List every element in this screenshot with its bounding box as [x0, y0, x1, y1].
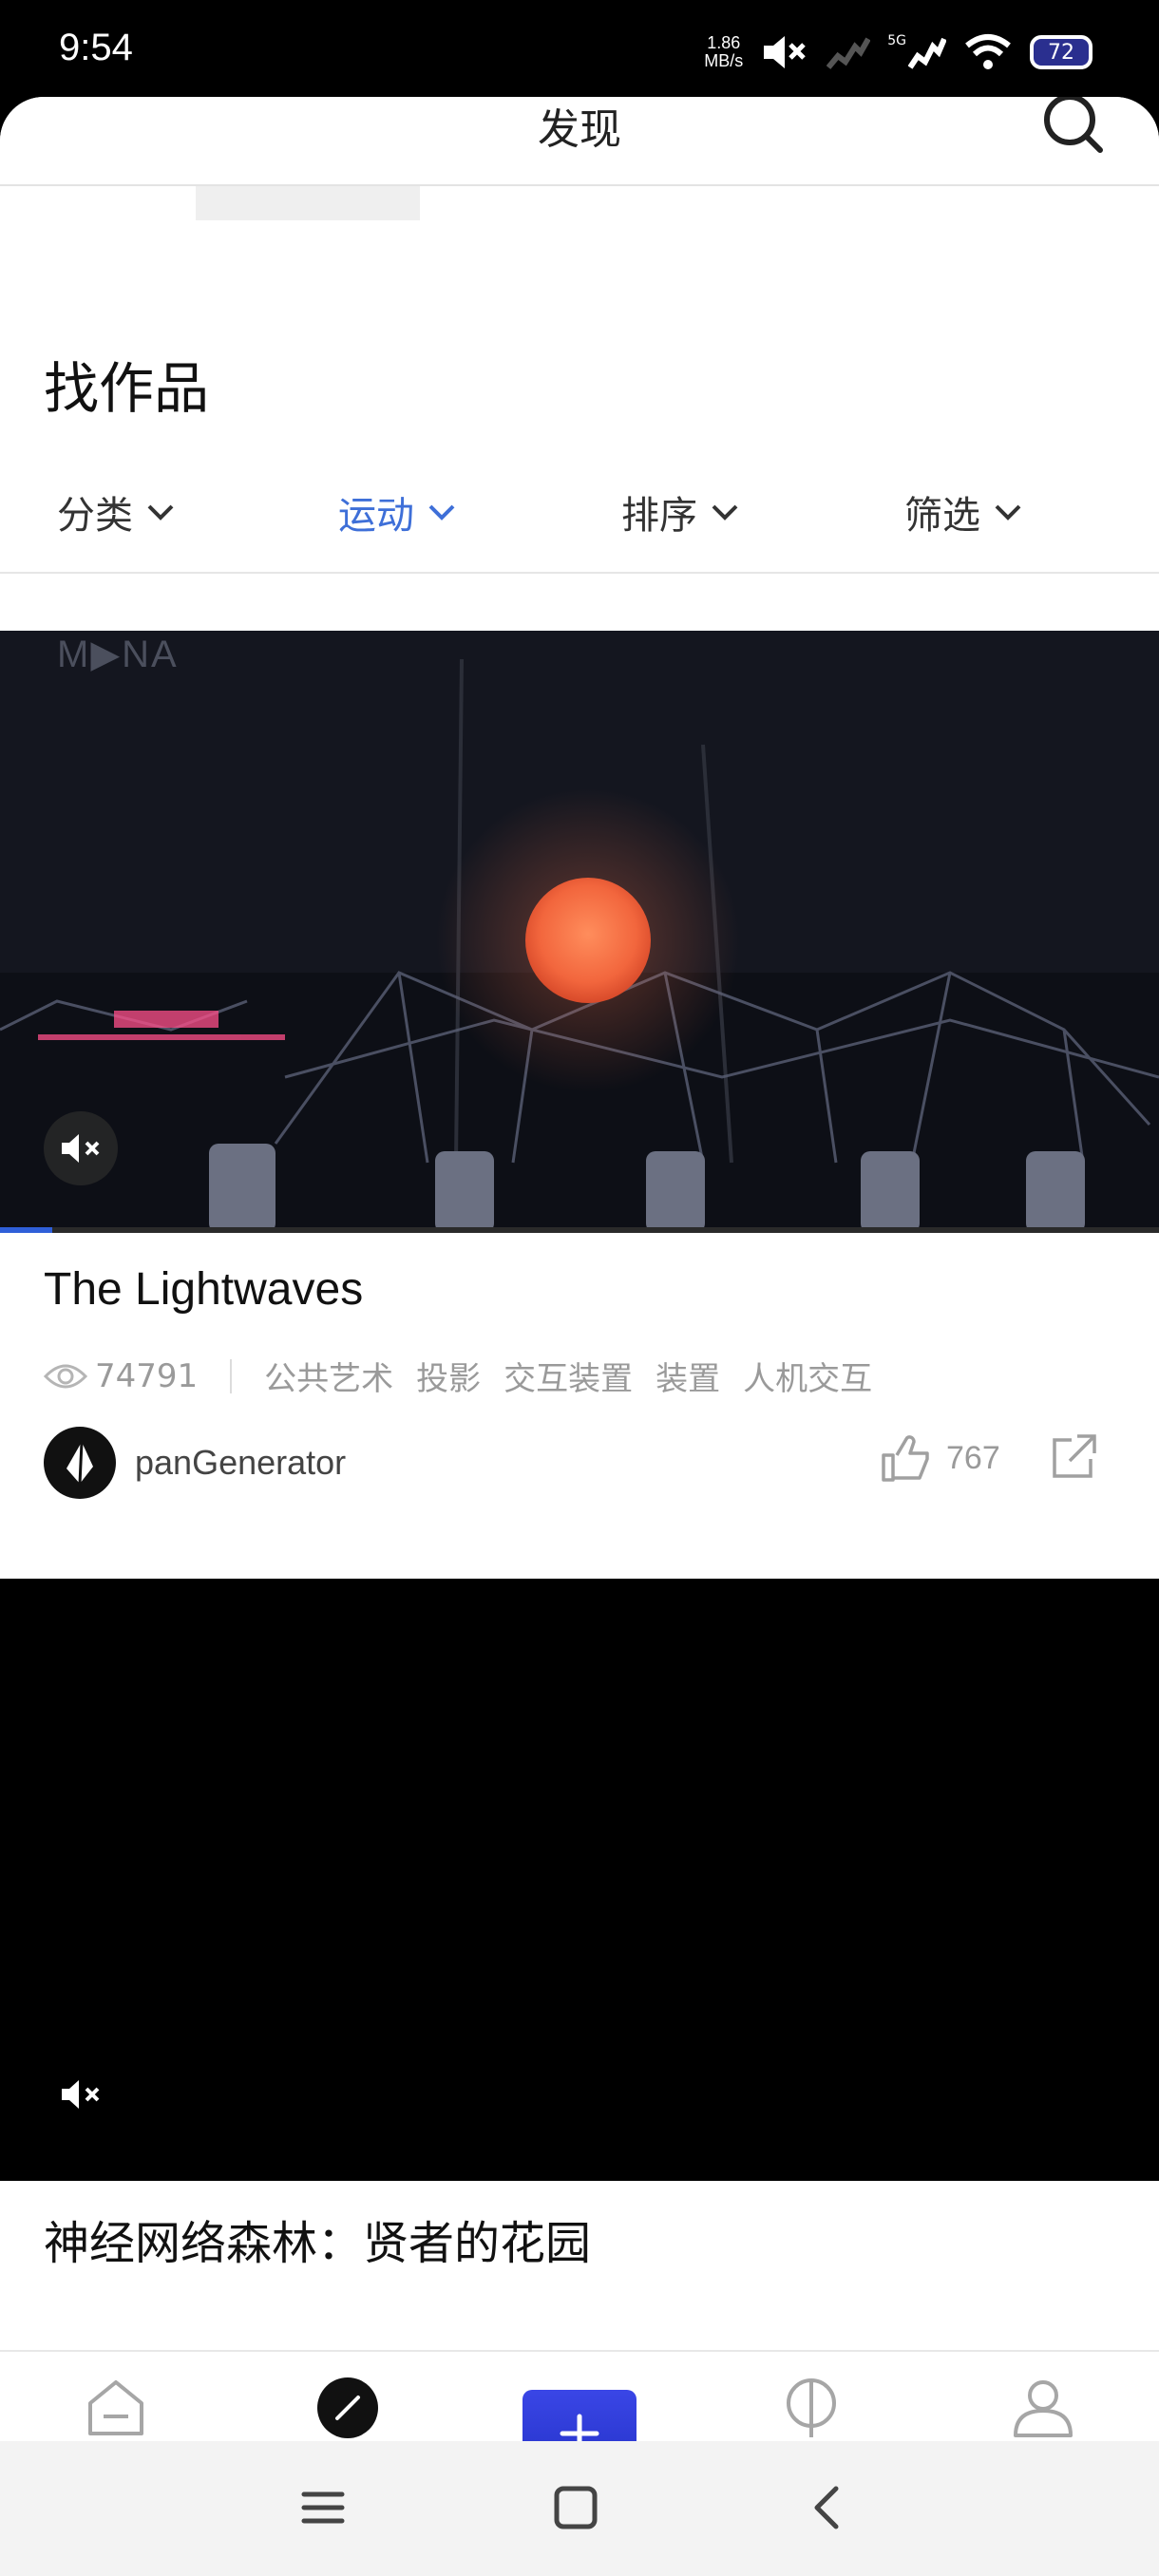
divider	[0, 572, 1159, 574]
video-watermark: M▶NA	[57, 634, 179, 675]
chevron-down-icon	[147, 504, 174, 521]
chevron-down-icon	[712, 504, 738, 521]
signal-5g-icon: 5G	[887, 33, 946, 71]
author-logo-icon	[66, 1441, 93, 1485]
filter-motion[interactable]: 运动	[338, 484, 456, 540]
video-player[interactable]: M▶NA	[0, 631, 1159, 1233]
author-name[interactable]: panGenerator	[135, 1443, 346, 1483]
page-title: 发现	[538, 105, 621, 154]
like-button[interactable]: 767	[880, 1434, 1000, 1482]
home-square-icon[interactable]	[547, 2479, 604, 2536]
loading-placeholder	[196, 186, 420, 220]
video-player[interactable]	[0, 1579, 1159, 2181]
video-frame	[0, 631, 1159, 1233]
work-title[interactable]: 神经网络森林：贤者的花园	[44, 2206, 591, 2272]
nav-home[interactable]: 首页	[40, 2375, 192, 2441]
battery-indicator: 72	[1030, 35, 1092, 69]
author-avatar[interactable]	[44, 1427, 116, 1499]
signal-weak-icon	[826, 37, 871, 69]
video-mute-button[interactable]	[44, 1111, 118, 1185]
filter-category[interactable]: 分类	[57, 484, 175, 540]
system-navigation-bar	[0, 2441, 1159, 2576]
tag[interactable]: 人机交互	[743, 1353, 872, 1399]
plus-icon	[560, 2414, 599, 2441]
nav-offline[interactable]: 线下	[735, 2375, 887, 2441]
work-title[interactable]: The Lightwaves	[44, 1263, 363, 1316]
tag[interactable]: 公共艺术	[264, 1353, 393, 1399]
section-title: 找作品	[44, 356, 210, 421]
tag[interactable]: 投影	[416, 1353, 481, 1399]
video-mute-button[interactable]	[44, 2057, 118, 2131]
chevron-down-icon	[995, 504, 1021, 521]
like-count: 767	[946, 1439, 1000, 1476]
work-meta: 74791 公共艺术 投影 交互装置 装置 人机交互	[44, 1353, 895, 1399]
filter-filter[interactable]: 筛选	[904, 484, 1022, 540]
app-header: 发现	[0, 97, 1159, 186]
video-progress-fill	[0, 1227, 52, 1233]
share-icon[interactable]	[1049, 1432, 1098, 1482]
create-button[interactable]	[522, 2390, 636, 2441]
filter-sort[interactable]: 排序	[621, 484, 739, 540]
tag[interactable]: 交互装置	[504, 1353, 633, 1399]
menu-icon[interactable]	[294, 2479, 352, 2536]
video-progress-bar[interactable]	[0, 1227, 1159, 1233]
wifi-icon	[965, 34, 1011, 69]
tag[interactable]: 装置	[656, 1353, 720, 1399]
nav-profile[interactable]: 我的	[967, 2375, 1119, 2441]
home-icon	[88, 2380, 143, 2435]
view-count: 74791	[95, 1356, 199, 1395]
thumbs-up-icon	[882, 1435, 929, 1482]
meta-separator	[230, 1358, 233, 1393]
profile-icon	[1014, 2380, 1073, 2437]
status-icons: 1.86 MB/s 5G 72	[704, 25, 1092, 80]
author-row[interactable]: panGenerator	[44, 1427, 346, 1499]
eye-icon	[44, 1364, 87, 1388]
network-speed: 1.86 MB/s	[704, 33, 744, 70]
discover-page: 发现 找作品 分类 运动 排序 筛选 M▶NA The Lightwaves 7…	[0, 97, 1159, 2441]
offline-icon	[787, 2378, 836, 2437]
search-icon[interactable]	[1041, 97, 1106, 154]
filter-bar: 分类 运动 排序 筛选	[0, 467, 1159, 581]
status-bar: 9:54 1.86 MB/s 5G 72	[0, 0, 1159, 104]
volume-mute-icon	[62, 1134, 100, 1163]
volume-mute-icon	[62, 2080, 100, 2109]
mute-icon	[764, 36, 807, 68]
discover-icon	[317, 2377, 378, 2438]
status-time: 9:54	[59, 27, 133, 68]
back-icon[interactable]	[800, 2479, 857, 2536]
bottom-nav: 首页 发现 线下 我的	[0, 2350, 1159, 2441]
chevron-down-icon	[428, 504, 455, 521]
nav-discover[interactable]: 发现	[272, 2375, 424, 2441]
